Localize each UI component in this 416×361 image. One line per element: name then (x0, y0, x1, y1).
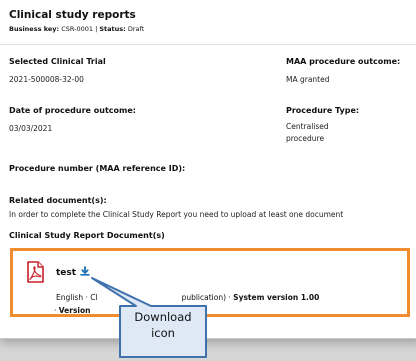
upload-instruction: In order to complete the Clinical Study … (9, 210, 344, 219)
clinical-study-report-card: Clinical study reports Business key: CSR… (0, 0, 416, 339)
document-version-text: Version (58, 306, 91, 315)
selected-trial-value: 2021-500008-32-00 (9, 75, 84, 84)
selected-trial-label: Selected Clinical Trial (9, 57, 106, 66)
procedure-type-value-line2: procedure (286, 134, 325, 143)
callout-label-line2: icon (151, 326, 175, 340)
maa-outcome-label: MAA procedure outcome: (286, 57, 401, 66)
procedure-date-label: Date of procedure outcome: (9, 106, 136, 115)
pdf-icon[interactable] (23, 260, 47, 284)
record-summary: Business key: CSR-0001 | Status: Draft (9, 25, 144, 33)
document-version-line: · Version (54, 306, 91, 315)
summary-separator: | (95, 25, 98, 33)
procedure-date-value: 03/03/2021 (9, 124, 53, 133)
download-icon[interactable] (80, 266, 90, 276)
document-meta-suffix: publication) · (181, 293, 234, 302)
page-title: Clinical study reports (9, 9, 136, 21)
document-metadata: English · Cl publication) · System versio… (56, 293, 319, 302)
header-divider (0, 44, 416, 45)
document-meta-prefix: English · Cl (56, 293, 98, 302)
system-version: System version 1.00 (233, 293, 320, 302)
business-key-label: Business key: (9, 25, 60, 33)
document-name-link[interactable]: test (56, 268, 76, 278)
related-documents-label: Related document(s): (9, 196, 107, 205)
maa-outcome-value: MA granted (286, 75, 330, 84)
procedure-type-label: Procedure Type: (286, 106, 360, 115)
business-key-value: CSR-0001 (61, 25, 93, 33)
status-label: Status: (99, 25, 126, 33)
csr-documents-label: Clinical Study Report Document(s) (9, 231, 165, 240)
callout-label-line1: Download (134, 310, 192, 324)
status-value: Draft (127, 25, 145, 33)
callout-label: Download icon (121, 309, 205, 341)
procedure-number-label: Procedure number (MAA reference ID): (9, 164, 186, 173)
procedure-type-value-line1: Centralised (286, 122, 329, 131)
